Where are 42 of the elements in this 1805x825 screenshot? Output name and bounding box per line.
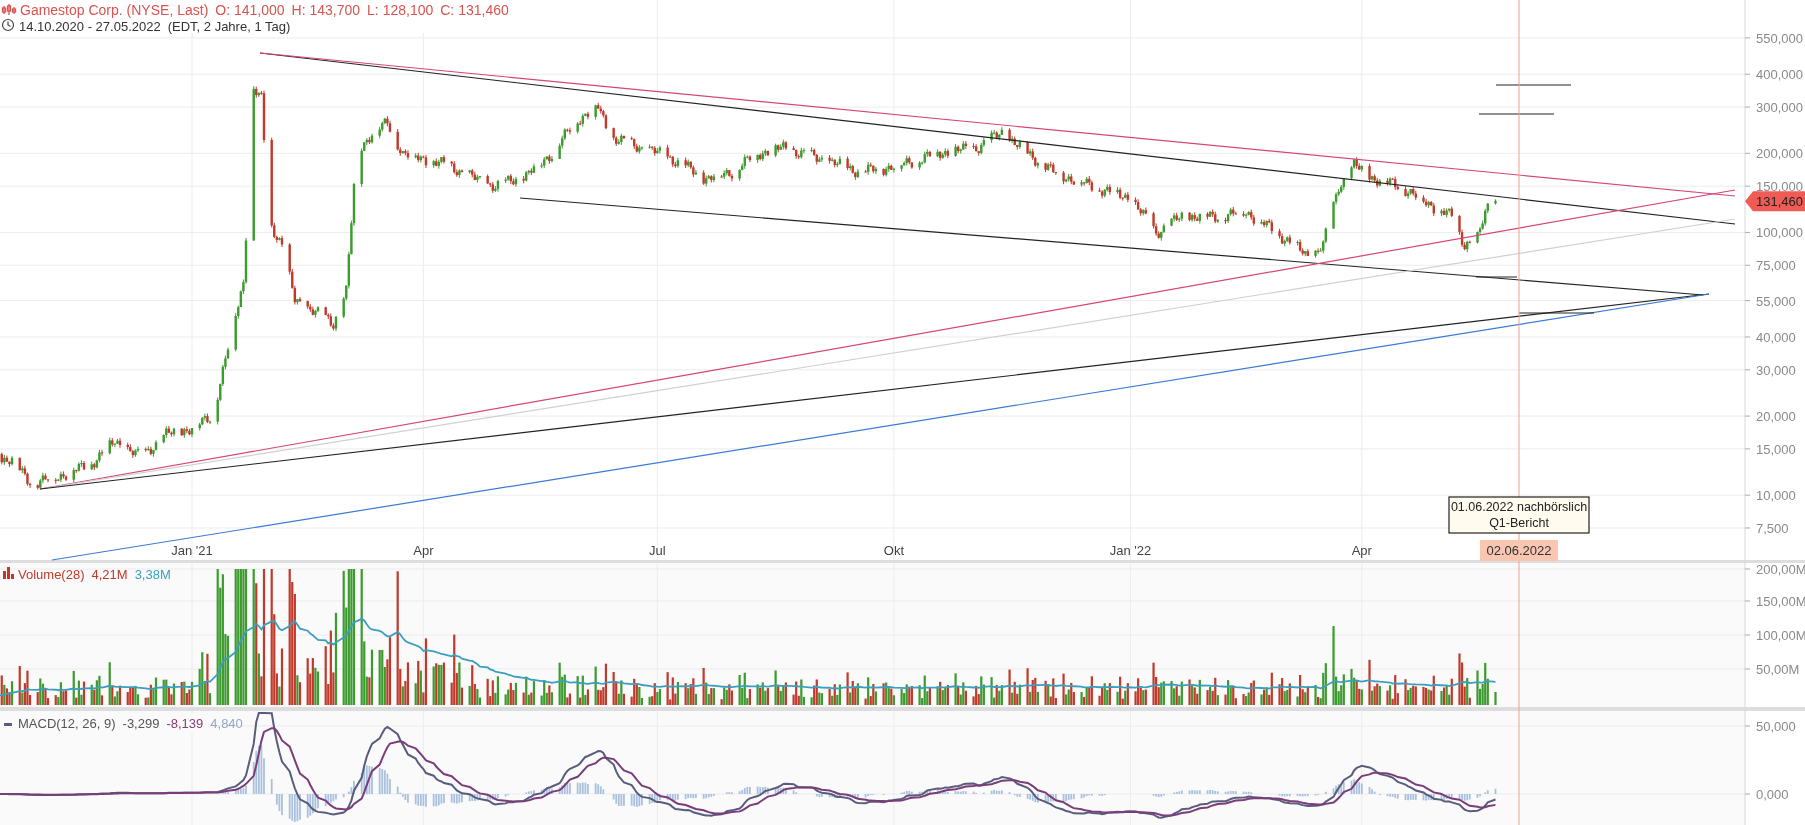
axis-label: 75,000 [1756, 258, 1796, 274]
axis-label: 100,000 [1756, 225, 1803, 241]
axis-label: 550,000 [1756, 30, 1803, 46]
event-note: 01.06.2022 nachbörslich Q1-Bericht [1448, 496, 1590, 534]
axis-label: 50,000 [1756, 719, 1796, 734]
axis-label: 150,00M [1756, 594, 1805, 609]
volume-average: 3,38M [134, 567, 171, 582]
signal-value: -8,139 [166, 716, 204, 731]
axis-label: 7,500 [1756, 521, 1789, 536]
axis-label: 200,00M [1756, 562, 1805, 577]
axis-label: 40,000 [1756, 330, 1796, 345]
date-range: 14.10.2020 - 27.05.2022 [19, 19, 161, 34]
range-details: (EDT, 2 Jahre, 1 Tag) [167, 19, 291, 34]
cursor-date-label: 02.06.2022 [1480, 540, 1558, 561]
macd-value: -3,299 [122, 716, 160, 731]
volume-value: 4,21M [91, 567, 128, 582]
axis-label: 400,000 [1756, 67, 1803, 83]
axis-label: 300,000 [1756, 100, 1803, 116]
axis-label: 50,00M [1756, 662, 1800, 677]
high-value: H: 143,700 [291, 2, 361, 18]
close-value: C: 131,460 [440, 2, 509, 18]
axis-label: 10,000 [1756, 488, 1796, 504]
axis-label: Jan '21 [171, 543, 213, 558]
axis-label: 30,000 [1756, 362, 1796, 378]
last-price-tag: 131,460 [1745, 191, 1805, 212]
histogram-value: 4,840 [210, 716, 243, 731]
axis-label: 55,000 [1756, 293, 1796, 309]
open-value: O: 141,000 [215, 2, 285, 18]
axis-label: Apr [413, 543, 434, 558]
axis-label: Jul [649, 543, 666, 558]
macd-label: MACD(12, 26, 9) [18, 716, 116, 731]
axis-label: Apr [1351, 543, 1372, 558]
low-value: L: 128,100 [367, 2, 434, 18]
axis-label: Okt [883, 543, 904, 558]
instrument-title: Gamestop Corp. (NYSE, Last) [20, 2, 209, 18]
axis-label: 100,00M [1756, 628, 1805, 643]
axis-label: 200,000 [1756, 146, 1803, 162]
axis-label: 15,000 [1756, 441, 1796, 457]
axis-label: 0,000 [1756, 787, 1789, 802]
axis-label: Jan '22 [1109, 543, 1152, 558]
axis-label: 20,000 [1756, 409, 1796, 425]
volume-label: Volume(28) [18, 567, 85, 582]
